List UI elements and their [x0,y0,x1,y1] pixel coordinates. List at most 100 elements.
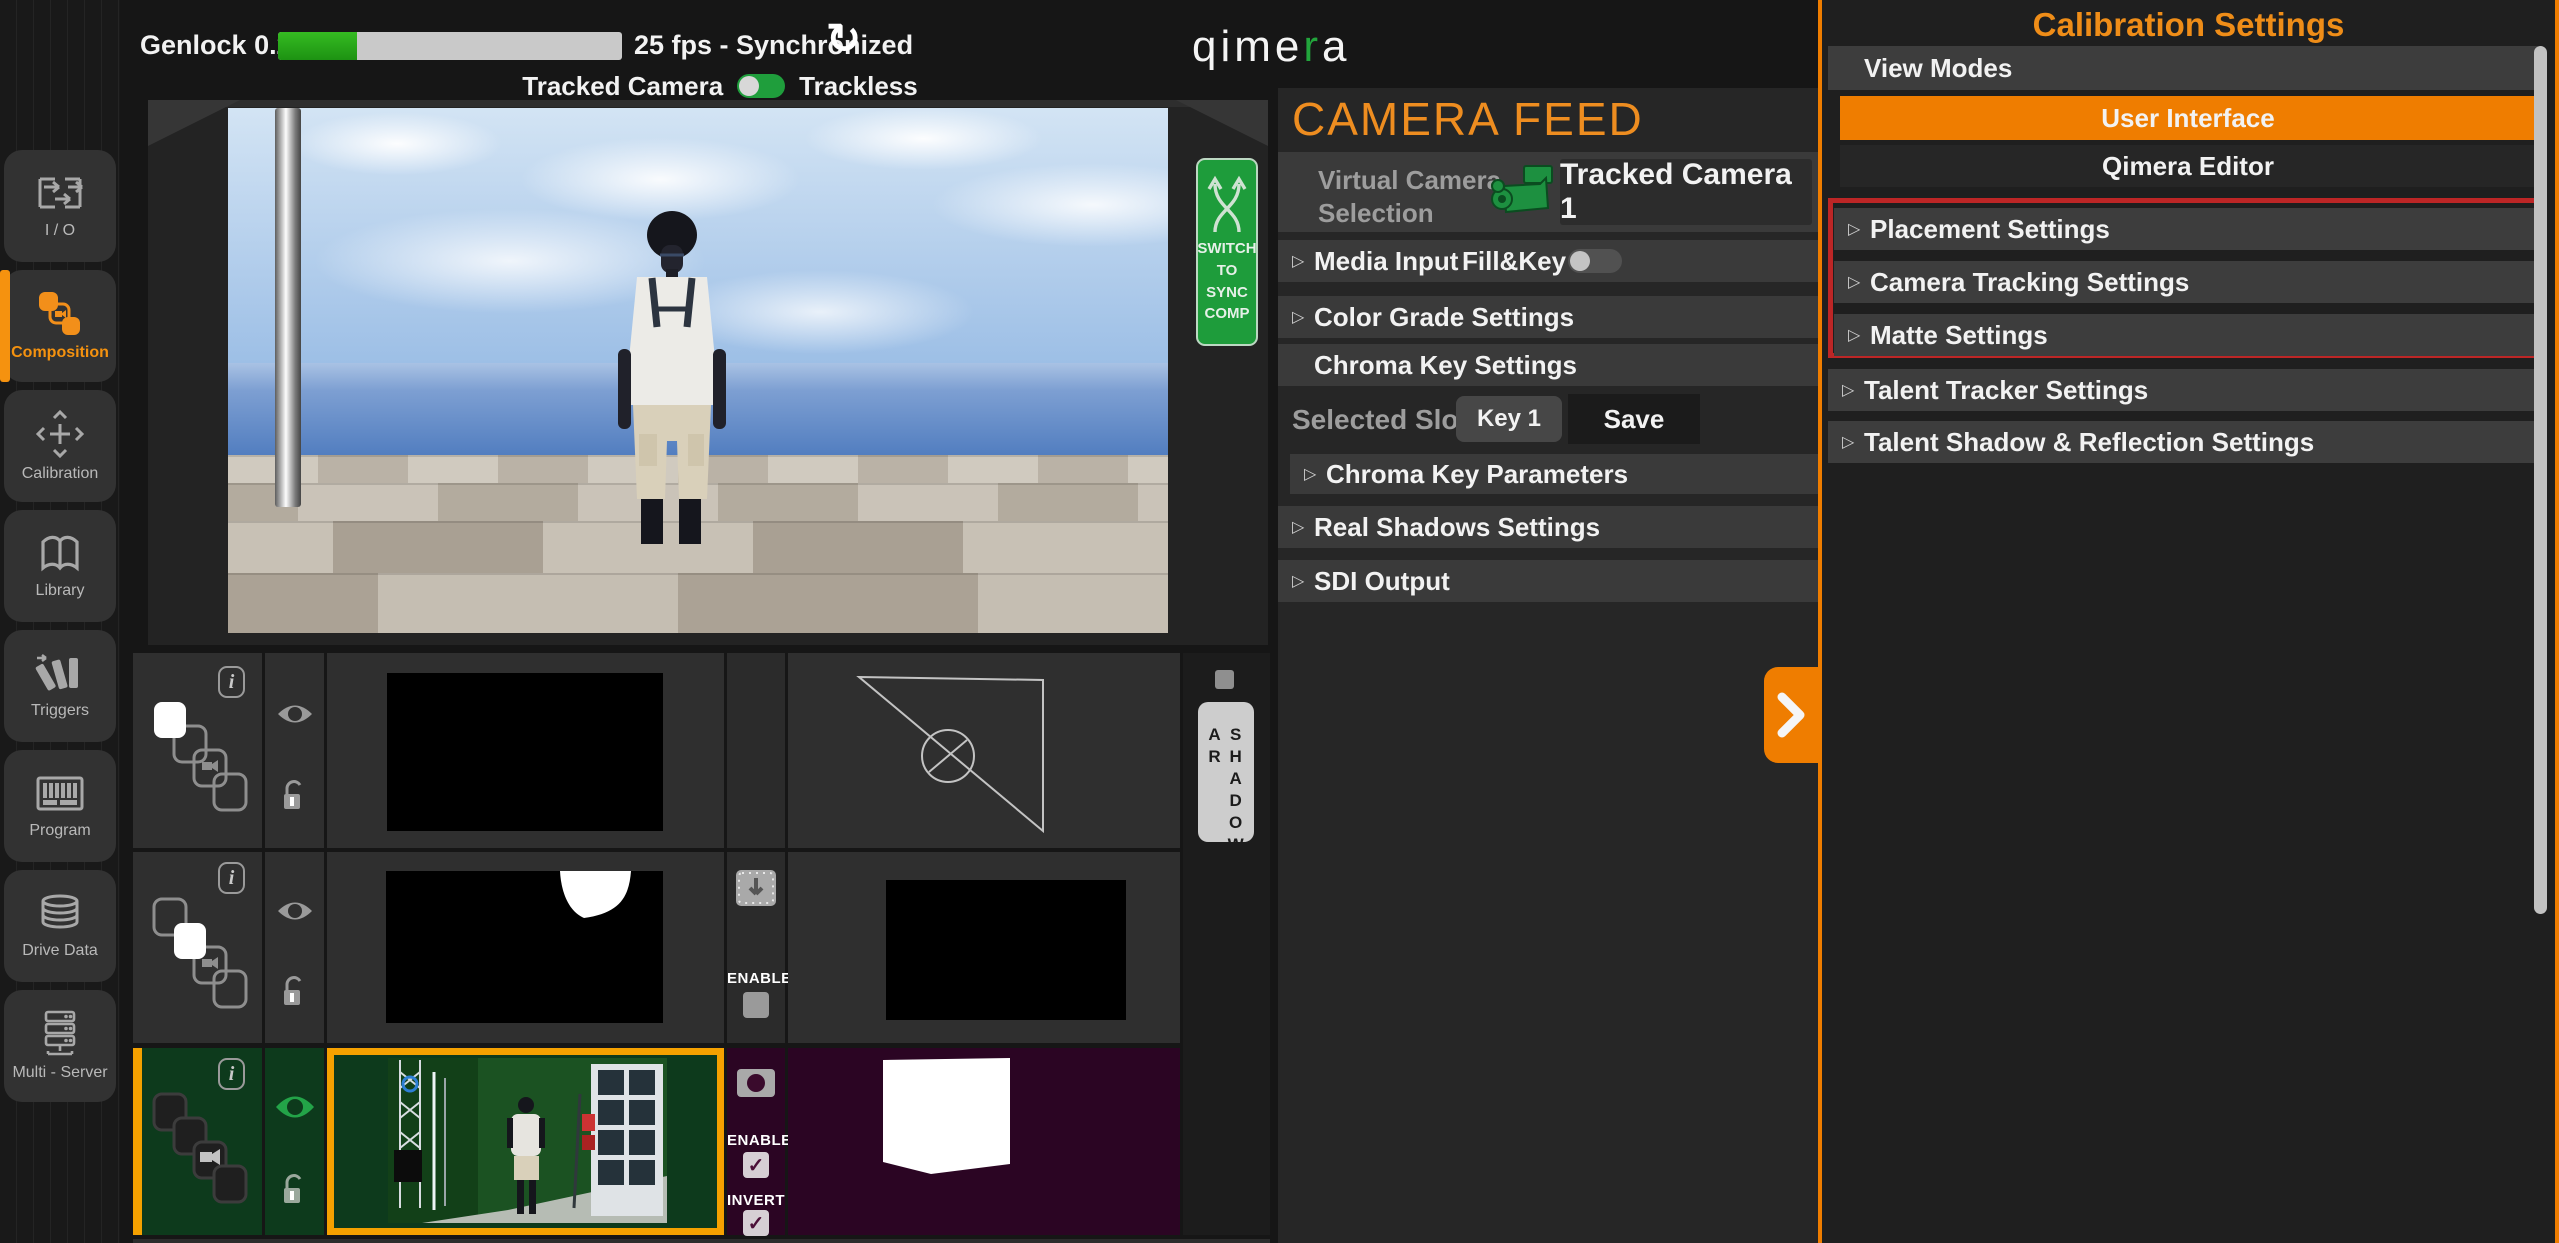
collapse-caret-icon[interactable]: ▷ [1292,251,1310,271]
garbage-matte-icon[interactable] [734,868,778,910]
save-button[interactable]: Save [1568,394,1700,444]
layer2-thumbnail[interactable] [386,871,663,1023]
layer1-info-button[interactable]: i [218,666,245,698]
media-input-row[interactable]: ▷ Media Input Fill&Key [1278,240,1818,282]
layer3-invert-checkbox[interactable]: ✓ [743,1210,769,1236]
talent-tracker-settings-label: Talent Tracker Settings [1864,375,2148,406]
ar-shadow-checkbox[interactable] [1215,670,1234,689]
greenscreen-thumbnail[interactable] [388,1058,667,1223]
layer3-info-button[interactable]: i [218,1058,245,1090]
collapse-caret-icon[interactable]: ▷ [1292,571,1310,591]
sidebar-item-multi-server[interactable]: Multi - Server [4,990,116,1102]
layer1-thumb-cell[interactable] [327,653,724,848]
layer3-enabled-checkbox[interactable]: ✓ [743,1152,769,1178]
program-icon [35,772,85,816]
layer2-visibility-icon[interactable] [276,898,314,924]
chroma-key-row[interactable]: Chroma Key Settings [1278,344,1818,386]
layer1-lock-icon[interactable] [281,778,309,812]
layer1-type-cell[interactable]: i [133,653,262,848]
collapse-caret-icon[interactable]: ▷ [1848,325,1866,345]
user-interface-button[interactable]: User Interface [1840,96,2536,140]
sidebar-item-label: Composition [11,344,109,362]
collapse-caret-icon[interactable]: ▷ [1292,307,1310,327]
sidebar-item-triggers[interactable]: Triggers [4,630,116,742]
layer3-visibility-icon[interactable] [274,1092,316,1122]
sidebar-item-program[interactable]: Program [4,750,116,862]
crossed-arrows-icon [1205,168,1249,234]
matte-settings-label: Matte Settings [1870,320,2048,351]
key-slot-select[interactable]: Key 1 [1456,396,1562,442]
calibration-panel: Calibration Settings View Modes User Int… [1822,0,2555,1243]
sidebar-item-composition[interactable]: Composition [4,270,116,382]
matte-shape [788,1048,1180,1235]
talent-tracker-settings-row[interactable]: ▷ Talent Tracker Settings [1828,369,2538,411]
layer3-thumb-cell-selected[interactable] [327,1048,724,1235]
real-shadows-row[interactable]: ▷ Real Shadows Settings [1278,506,1818,548]
ellipse-matte-icon[interactable] [736,1068,776,1098]
talent-shadow-settings-label: Talent Shadow & Reflection Settings [1864,427,2314,458]
composition-icon [35,290,85,338]
layer3-type-cell[interactable]: i [133,1048,262,1235]
chroma-params-label: Chroma Key Parameters [1326,459,1628,490]
collapse-caret-icon[interactable]: ▷ [1842,380,1860,400]
frame-top-bevel [148,100,1268,107]
collapse-caret-icon[interactable]: ▷ [1292,517,1310,537]
camera-tracking-settings-row[interactable]: ▷ Camera Tracking Settings [1834,261,2538,303]
refresh-sync-icon[interactable]: ↻ [826,14,861,63]
layer2-thumb-cell[interactable] [327,852,724,1043]
layer3-matte-cell: ENABLED ✓ INVERT ✓ [727,1048,785,1235]
layer3-lock-icon[interactable] [281,1172,309,1206]
trackless-label: Trackless [799,71,918,102]
library-icon [35,532,85,576]
layer2-lock-icon[interactable] [281,974,309,1008]
qimera-editor-button[interactable]: Qimera Editor [1840,145,2536,187]
collapse-caret-icon[interactable]: ▷ [1842,432,1860,452]
fill-key-toggle[interactable] [1568,249,1622,273]
sidebar-item-drive-data[interactable]: Drive Data [4,870,116,982]
layer3-enabled-label: ENABLED [727,1132,785,1149]
layer3-comp-icon [150,1090,250,1206]
virtual-camera-row: Virtual Camera Selection Tracked Camera … [1278,152,1818,232]
ar-shadow-button[interactable]: A R S H A D O W [1198,702,1254,842]
layer2-thumbnail-2[interactable] [886,880,1126,1020]
sidebar-item-calibration[interactable]: Calibration [4,390,116,502]
layer3-matte-preview-cell[interactable] [788,1048,1180,1235]
view-modes-row[interactable]: View Modes [1828,46,2538,90]
layer1-thumbnail[interactable] [387,673,663,831]
layer2-enabled-label: ENABLED [727,970,785,987]
panel-scrollbar[interactable] [2534,46,2547,914]
layer2-info-button[interactable]: i [218,862,245,894]
placement-settings-row[interactable]: ▷ Placement Settings [1834,208,2538,250]
virtual-camera-select[interactable]: Tracked Camera 1 [1560,159,1812,225]
fps-sync-status: 25 fps - Synchronized [634,30,913,61]
layer2-enabled-checkbox[interactable] [743,992,769,1018]
layer2-thumb2-cell[interactable] [788,852,1180,1043]
matte-blob [386,871,663,1023]
talent-figure [597,209,747,544]
chroma-params-row[interactable]: ▷ Chroma Key Parameters [1290,454,1818,494]
matte-settings-row[interactable]: ▷ Matte Settings [1834,314,2538,356]
collapse-caret-icon[interactable]: ▷ [1848,272,1866,292]
active-indicator [0,270,10,382]
camera-tracking-settings-label: Camera Tracking Settings [1870,267,2189,298]
sidebar-item-io[interactable]: I / O [4,150,116,262]
collapse-caret-icon[interactable]: ▷ [1304,464,1322,484]
talent-shadow-settings-row[interactable]: ▷ Talent Shadow & Reflection Settings [1828,421,2538,463]
collapse-caret-icon[interactable]: ▷ [1848,219,1866,239]
view-modes-label: View Modes [1864,53,2012,84]
sidebar-item-label: Multi - Server [12,1064,107,1082]
switch-to-sync-comp-button[interactable]: SWITCH TO SYNC COMP [1196,158,1258,346]
camera-preview[interactable] [228,108,1168,633]
camera-mode-toggle[interactable] [737,74,785,98]
panel-border-right [2555,0,2559,1243]
fill-key-label: Fill&Key [1462,246,1566,277]
color-grade-row[interactable]: ▷ Color Grade Settings [1278,296,1818,338]
sidebar-item-library[interactable]: Library [4,510,116,622]
layer1-wireframe-cell[interactable] [788,653,1180,848]
expand-panel-button[interactable] [1764,667,1818,763]
layer2-type-cell[interactable]: i [133,852,262,1043]
drive-data-icon [35,892,85,936]
layer2-controls-cell [265,852,324,1043]
sdi-output-row[interactable]: ▷ SDI Output [1278,560,1818,602]
layer1-visibility-icon[interactable] [276,701,314,727]
